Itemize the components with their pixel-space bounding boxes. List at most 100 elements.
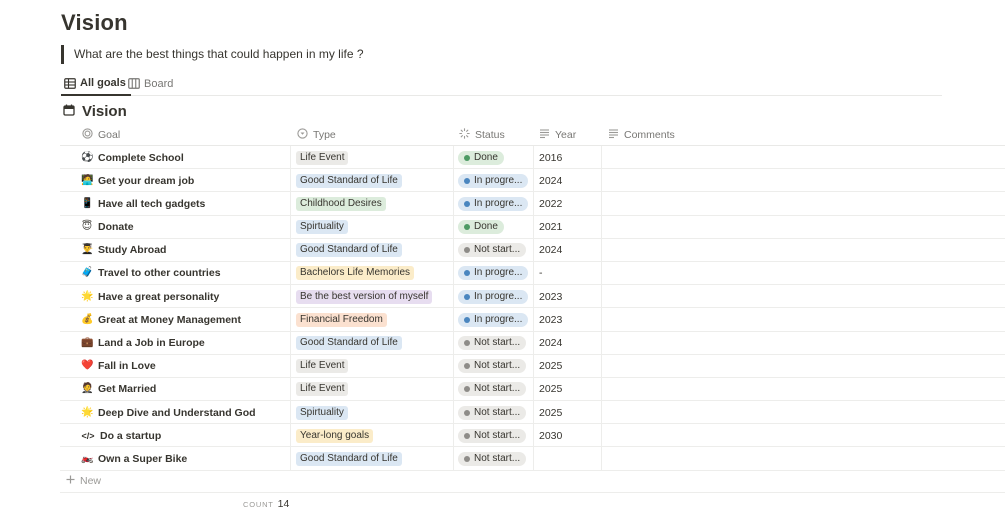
goal-cell[interactable]: 😇 Donate	[81, 216, 134, 239]
year-cell[interactable]: 2030	[539, 424, 562, 447]
status-cell[interactable]: In progre...	[458, 262, 529, 285]
table-icon	[64, 77, 76, 89]
status-badge: In progre...	[458, 173, 529, 188]
type-cell[interactable]: Year-long goals	[296, 424, 374, 447]
type-cell[interactable]: Financial Freedom	[296, 308, 387, 331]
status-cell[interactable]: Not start...	[458, 355, 527, 378]
new-row-button[interactable]: New	[60, 471, 1005, 493]
status-cell[interactable]: In progre...	[458, 308, 529, 331]
count-summary[interactable]: COUNT 14	[243, 498, 289, 510]
table-row[interactable]: 🌟 Deep Dive and Understand God Spirtuality…	[60, 401, 1005, 425]
status-label: Not start...	[474, 452, 521, 464]
year-cell[interactable]: 2025	[539, 401, 562, 424]
type-cell[interactable]: Spirtuality	[296, 401, 348, 424]
table-row[interactable]: 😇 Donate Spirtuality Done 2021	[60, 216, 1005, 239]
column-header-type[interactable]: Type	[297, 124, 336, 146]
status-badge: Not start...	[458, 243, 527, 258]
table-row[interactable]: 🏍️ Own a Super Bike Good Standard of Life N…	[60, 447, 1005, 471]
year-cell[interactable]: 2024	[539, 169, 562, 192]
table-row[interactable]: 🌟 Have a great personality Be the best ver…	[60, 285, 1005, 309]
goal-cell[interactable]: 🧑‍💻 Get your dream job	[81, 169, 194, 192]
status-cell[interactable]: In progre...	[458, 192, 529, 215]
table-row[interactable]: 🤵 Get Married Life Event Not start... 2025	[60, 378, 1005, 402]
status-label: Done	[474, 221, 498, 233]
year-cell[interactable]: 2024	[539, 239, 562, 262]
column-label: Type	[313, 129, 336, 141]
goal-cell[interactable]: </> Do a startup	[81, 424, 161, 447]
status-label: In progre...	[474, 313, 523, 325]
status-cell[interactable]: Not start...	[458, 378, 527, 401]
goal-title: Fall in Love	[98, 360, 156, 373]
year-cell[interactable]: 2025	[539, 355, 562, 378]
goal-cell[interactable]: 💰 Great at Money Management	[81, 308, 241, 331]
type-cell[interactable]: Bachelors Life Memories	[296, 262, 415, 285]
type-cell[interactable]: Good Standard of Life	[296, 239, 402, 262]
type-cell[interactable]: Life Event	[296, 355, 349, 378]
table-row[interactable]: 💼 Land a Job in Europe Good Standard of Li…	[60, 332, 1005, 355]
type-cell[interactable]: Spirtuality	[296, 216, 348, 239]
goal-title: Donate	[98, 221, 134, 234]
goal-cell[interactable]: 🌟 Have a great personality	[81, 285, 219, 308]
status-label: In progre...	[474, 290, 523, 302]
column-header-status[interactable]: Status	[459, 124, 505, 146]
year-cell[interactable]: -	[539, 262, 543, 285]
type-cell[interactable]: Life Event	[296, 378, 349, 401]
year-cell[interactable]: 2021	[539, 216, 562, 239]
status-cell[interactable]: Done	[458, 216, 504, 239]
status-dot-icon	[464, 386, 470, 393]
table-row[interactable]: 👨‍🎓 Study Abroad Good Standard of Life Not …	[60, 239, 1005, 262]
year-cell[interactable]: 2025	[539, 378, 562, 401]
goal-cell[interactable]: 🌟 Deep Dive and Understand God	[81, 401, 256, 424]
goal-cell[interactable]: ⚽ Complete School	[81, 146, 184, 169]
table-header: Goal Type Status Year Comments	[60, 124, 1005, 146]
status-badge: Done	[458, 150, 504, 165]
text-property-icon	[608, 128, 619, 142]
goal-cell[interactable]: 🤵 Get Married	[81, 378, 156, 401]
status-cell[interactable]: Not start...	[458, 447, 527, 470]
type-cell[interactable]: Good Standard of Life	[296, 332, 402, 355]
type-cell[interactable]: Good Standard of Life	[296, 169, 402, 192]
type-cell[interactable]: Life Event	[296, 146, 349, 169]
year-cell[interactable]: 2023	[539, 308, 562, 331]
goal-cell[interactable]: 📱 Have all tech gadgets	[81, 192, 205, 215]
status-cell[interactable]: Done	[458, 146, 504, 169]
table-row[interactable]: ⚽ Complete School Life Event Done 2016	[60, 146, 1005, 170]
year-cell[interactable]: 2024	[539, 332, 562, 355]
goal-cell[interactable]: ❤️ Fall in Love	[81, 355, 156, 378]
table-row[interactable]: 🧳 Travel to other countries Bachelors Life…	[60, 262, 1005, 286]
database-title[interactable]: Vision	[63, 103, 127, 120]
goal-cell[interactable]: 👨‍🎓 Study Abroad	[81, 239, 166, 262]
status-label: Not start...	[474, 406, 521, 418]
year-cell[interactable]: 2022	[539, 192, 562, 215]
tab-board[interactable]: Board	[128, 72, 173, 95]
table-row[interactable]: 📱 Have all tech gadgets Childhood Desires I…	[60, 192, 1005, 216]
status-cell[interactable]: In progre...	[458, 285, 529, 308]
type-cell[interactable]: Good Standard of Life	[296, 447, 402, 470]
column-header-goal[interactable]: Goal	[82, 124, 120, 146]
status-cell[interactable]: Not start...	[458, 332, 527, 355]
status-label: Not start...	[474, 360, 521, 372]
status-cell[interactable]: Not start...	[458, 424, 527, 447]
tab-label: All goals	[80, 77, 126, 89]
year-cell[interactable]: 2023	[539, 285, 562, 308]
column-header-year[interactable]: Year	[539, 124, 576, 146]
column-header-comments[interactable]: Comments	[608, 124, 675, 146]
goal-cell[interactable]: 💼 Land a Job in Europe	[81, 332, 205, 355]
goal-cell[interactable]: 🧳 Travel to other countries	[81, 262, 221, 285]
type-tag: Good Standard of Life	[296, 336, 402, 350]
status-cell[interactable]: In progre...	[458, 169, 529, 192]
goal-cell[interactable]: 🏍️ Own a Super Bike	[81, 447, 187, 470]
table-row[interactable]: 🧑‍💻 Get your dream job Good Standard of Li…	[60, 169, 1005, 193]
table-row[interactable]: </> Do a startup Year-long goals Not start.…	[60, 424, 1005, 448]
status-property-icon	[459, 128, 470, 142]
year-cell[interactable]: 2016	[539, 146, 562, 169]
table-row[interactable]: 💰 Great at Money Management Financial Free…	[60, 308, 1005, 332]
type-cell[interactable]: Be the best version of myself	[296, 285, 433, 308]
status-cell[interactable]: Not start...	[458, 401, 527, 424]
status-cell[interactable]: Not start...	[458, 239, 527, 262]
table-row[interactable]: ❤️ Fall in Love Life Event Not start... 2025	[60, 355, 1005, 378]
page-emoji-icon: 🧳	[81, 267, 94, 279]
tab-all-goals[interactable]: All goals	[61, 72, 131, 96]
page-emoji-icon: 👨‍🎓	[81, 244, 94, 256]
type-cell[interactable]: Childhood Desires	[296, 192, 386, 215]
